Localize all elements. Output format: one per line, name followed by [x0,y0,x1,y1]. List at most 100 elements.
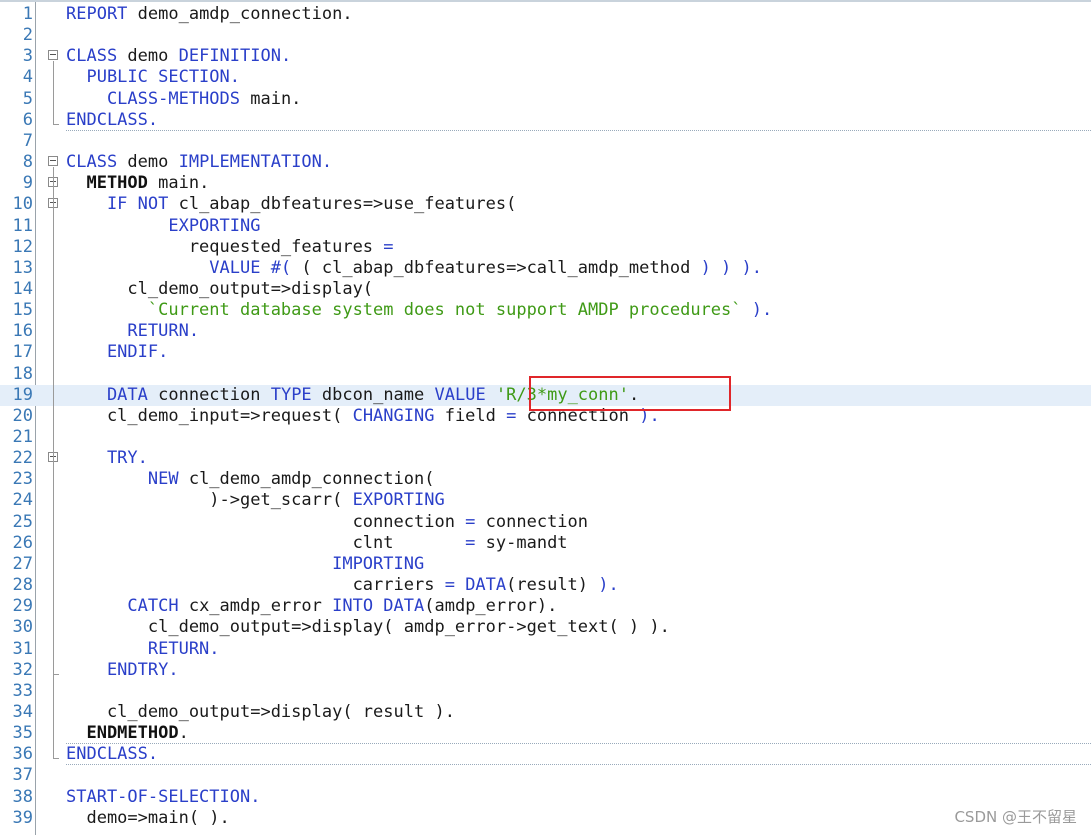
code-line-4[interactable]: 4 PUBLIC SECTION. [0,67,1091,88]
code-line-26[interactable]: 26 clnt = sy-mandt [0,533,1091,554]
line-number: 13 [12,257,33,278]
code-token: cl_demo_input=>request( [66,405,353,426]
fold-toggle-icon[interactable] [48,156,58,167]
fold-guide-end [53,673,59,675]
code-line-35[interactable]: 35 ENDMETHOD. [0,723,1091,744]
code-line-15[interactable]: 15 `Current database system does not sup… [0,300,1091,321]
code-text: clnt = sy-mandt [66,533,568,554]
code-line-6[interactable]: 6 ENDCLASS. [0,110,1091,131]
line-number: 20 [12,405,33,426]
code-line-8[interactable]: 8 CLASS demo IMPLEMENTATION. [0,152,1091,173]
line-number: 29 [12,596,33,617]
code-line-34[interactable]: 34 cl_demo_output=>display( result ). [0,702,1091,723]
code-line-5[interactable]: 5 CLASS-METHODS main. [0,89,1091,110]
block-separator [66,764,1091,766]
code-line-9[interactable]: 9 METHOD main. [0,173,1091,194]
code-token: VALUE [434,384,496,405]
code-token: cl_abap_dbfeatures=>use_features( [168,194,517,215]
code-line-22[interactable]: 22 TRY. [0,448,1091,469]
fold-guide-line [53,61,54,125]
code-token: cl_demo_output=>display( result ). [66,701,455,722]
code-token: RETURN. [66,321,200,342]
code-line-2[interactable]: 2 [0,25,1091,46]
block-separator [66,743,1091,745]
code-token: demo_amdp_connection. [127,4,353,24]
line-number: 27 [12,553,33,574]
code-line-39[interactable]: 39 demo=>main( ). [0,808,1091,829]
code-token: TRY. [66,448,148,469]
code-text: VALUE #( ( cl_abap_dbfeatures=>call_amdp… [66,258,762,279]
code-token: IMPLEMENTATION. [178,152,333,173]
line-number: 7 [22,130,33,151]
line-number: 36 [12,744,33,765]
code-line-32[interactable]: 32 ENDTRY. [0,660,1091,681]
code-line-36[interactable]: 36 ENDCLASS. [0,744,1091,765]
code-line-12[interactable]: 12 requested_features = [0,237,1091,258]
code-line-1[interactable]: 1 REPORT demo_amdp_connection. [0,4,1091,25]
code-line-16[interactable]: 16 RETURN. [0,321,1091,342]
code-line-10[interactable]: 10 IF NOT cl_abap_dbfeatures=>use_featur… [0,194,1091,215]
code-line-38[interactable]: 38 START-OF-SELECTION. [0,787,1091,808]
code-text: EXPORTING [66,216,260,237]
code-token: EXPORTING [352,490,445,511]
code-token: DATA [454,575,507,596]
line-number: 14 [12,278,33,299]
line-number: 39 [12,807,33,828]
code-token: main. [147,173,210,194]
code-token: TYPE [270,384,312,405]
code-token: carriers [66,575,445,596]
code-line-23[interactable]: 23 NEW cl_demo_amdp_connection( [0,469,1091,490]
code-text: demo=>main( ). [66,808,229,829]
code-text: cl_demo_output=>display( result ). [66,702,455,723]
line-number: 30 [12,617,33,638]
line-number: 21 [12,427,33,447]
code-line-24[interactable]: 24 )->get_scarr( EXPORTING [0,490,1091,511]
code-token: PUBLIC SECTION. [66,67,240,88]
line-number: 26 [12,532,33,553]
code-token: (amdp_error). [424,596,558,617]
code-line-37[interactable]: 37 [0,765,1091,786]
code-line-11[interactable]: 11 EXPORTING [0,216,1091,237]
code-text: ENDTRY. [66,660,179,681]
code-token: = [465,532,476,553]
code-token: demo [117,152,179,173]
line-number: 25 [12,511,33,532]
code-token: connection [66,511,466,532]
top-border [0,0,1091,2]
code-text: )->get_scarr( EXPORTING [66,490,445,511]
code-text: CLASS demo IMPLEMENTATION. [66,152,332,173]
code-line-7[interactable]: 7 [0,131,1091,152]
line-number: 6 [22,109,33,130]
code-token: requested_features [66,236,384,257]
code-line-27[interactable]: 27 IMPORTING [0,554,1091,575]
code-text: CLASS-METHODS main. [66,89,301,110]
line-number: 31 [12,638,33,659]
line-number: 24 [12,490,33,511]
code-line-30[interactable]: 30 cl_demo_output=>display( amdp_error->… [0,617,1091,638]
line-number: 34 [12,701,33,722]
code-token: VALUE #( [66,257,302,278]
fold-guide-end [53,123,59,125]
code-line-29[interactable]: 29 CATCH cx_amdp_error INTO DATA(amdp_er… [0,596,1091,617]
line-number: 37 [12,765,33,786]
code-token: cl_demo_output=>display( amdp_error->get… [66,617,670,638]
code-token: CLASS [66,152,118,173]
code-line-31[interactable]: 31 RETURN. [0,639,1091,660]
code-editor[interactable]: 1 REPORT demo_amdp_connection. 2 3 CLASS dem… [0,0,1091,835]
line-number: 3 [22,46,33,67]
line-number: 5 [22,88,33,109]
code-line-14[interactable]: 14 cl_demo_output=>display( [0,279,1091,300]
line-number: 35 [12,723,33,744]
code-line-3[interactable]: 3 CLASS demo DEFINITION. [0,46,1091,67]
fold-toggle-icon[interactable] [48,50,58,61]
line-number: 9 [22,173,33,194]
code-line-28[interactable]: 28 carriers = DATA(result) ). [0,575,1091,596]
code-line-17[interactable]: 17 ENDIF. [0,342,1091,363]
code-line-21[interactable]: 21 [0,427,1091,448]
code-token: = [383,236,394,257]
code-token: RETURN. [66,638,220,659]
code-token: cl_demo_output=>display( [66,278,374,299]
code-line-33[interactable]: 33 [0,681,1091,702]
code-line-25[interactable]: 25 connection = connection [0,512,1091,533]
code-line-13[interactable]: 13 VALUE #( ( cl_abap_dbfeatures=>call_a… [0,258,1091,279]
